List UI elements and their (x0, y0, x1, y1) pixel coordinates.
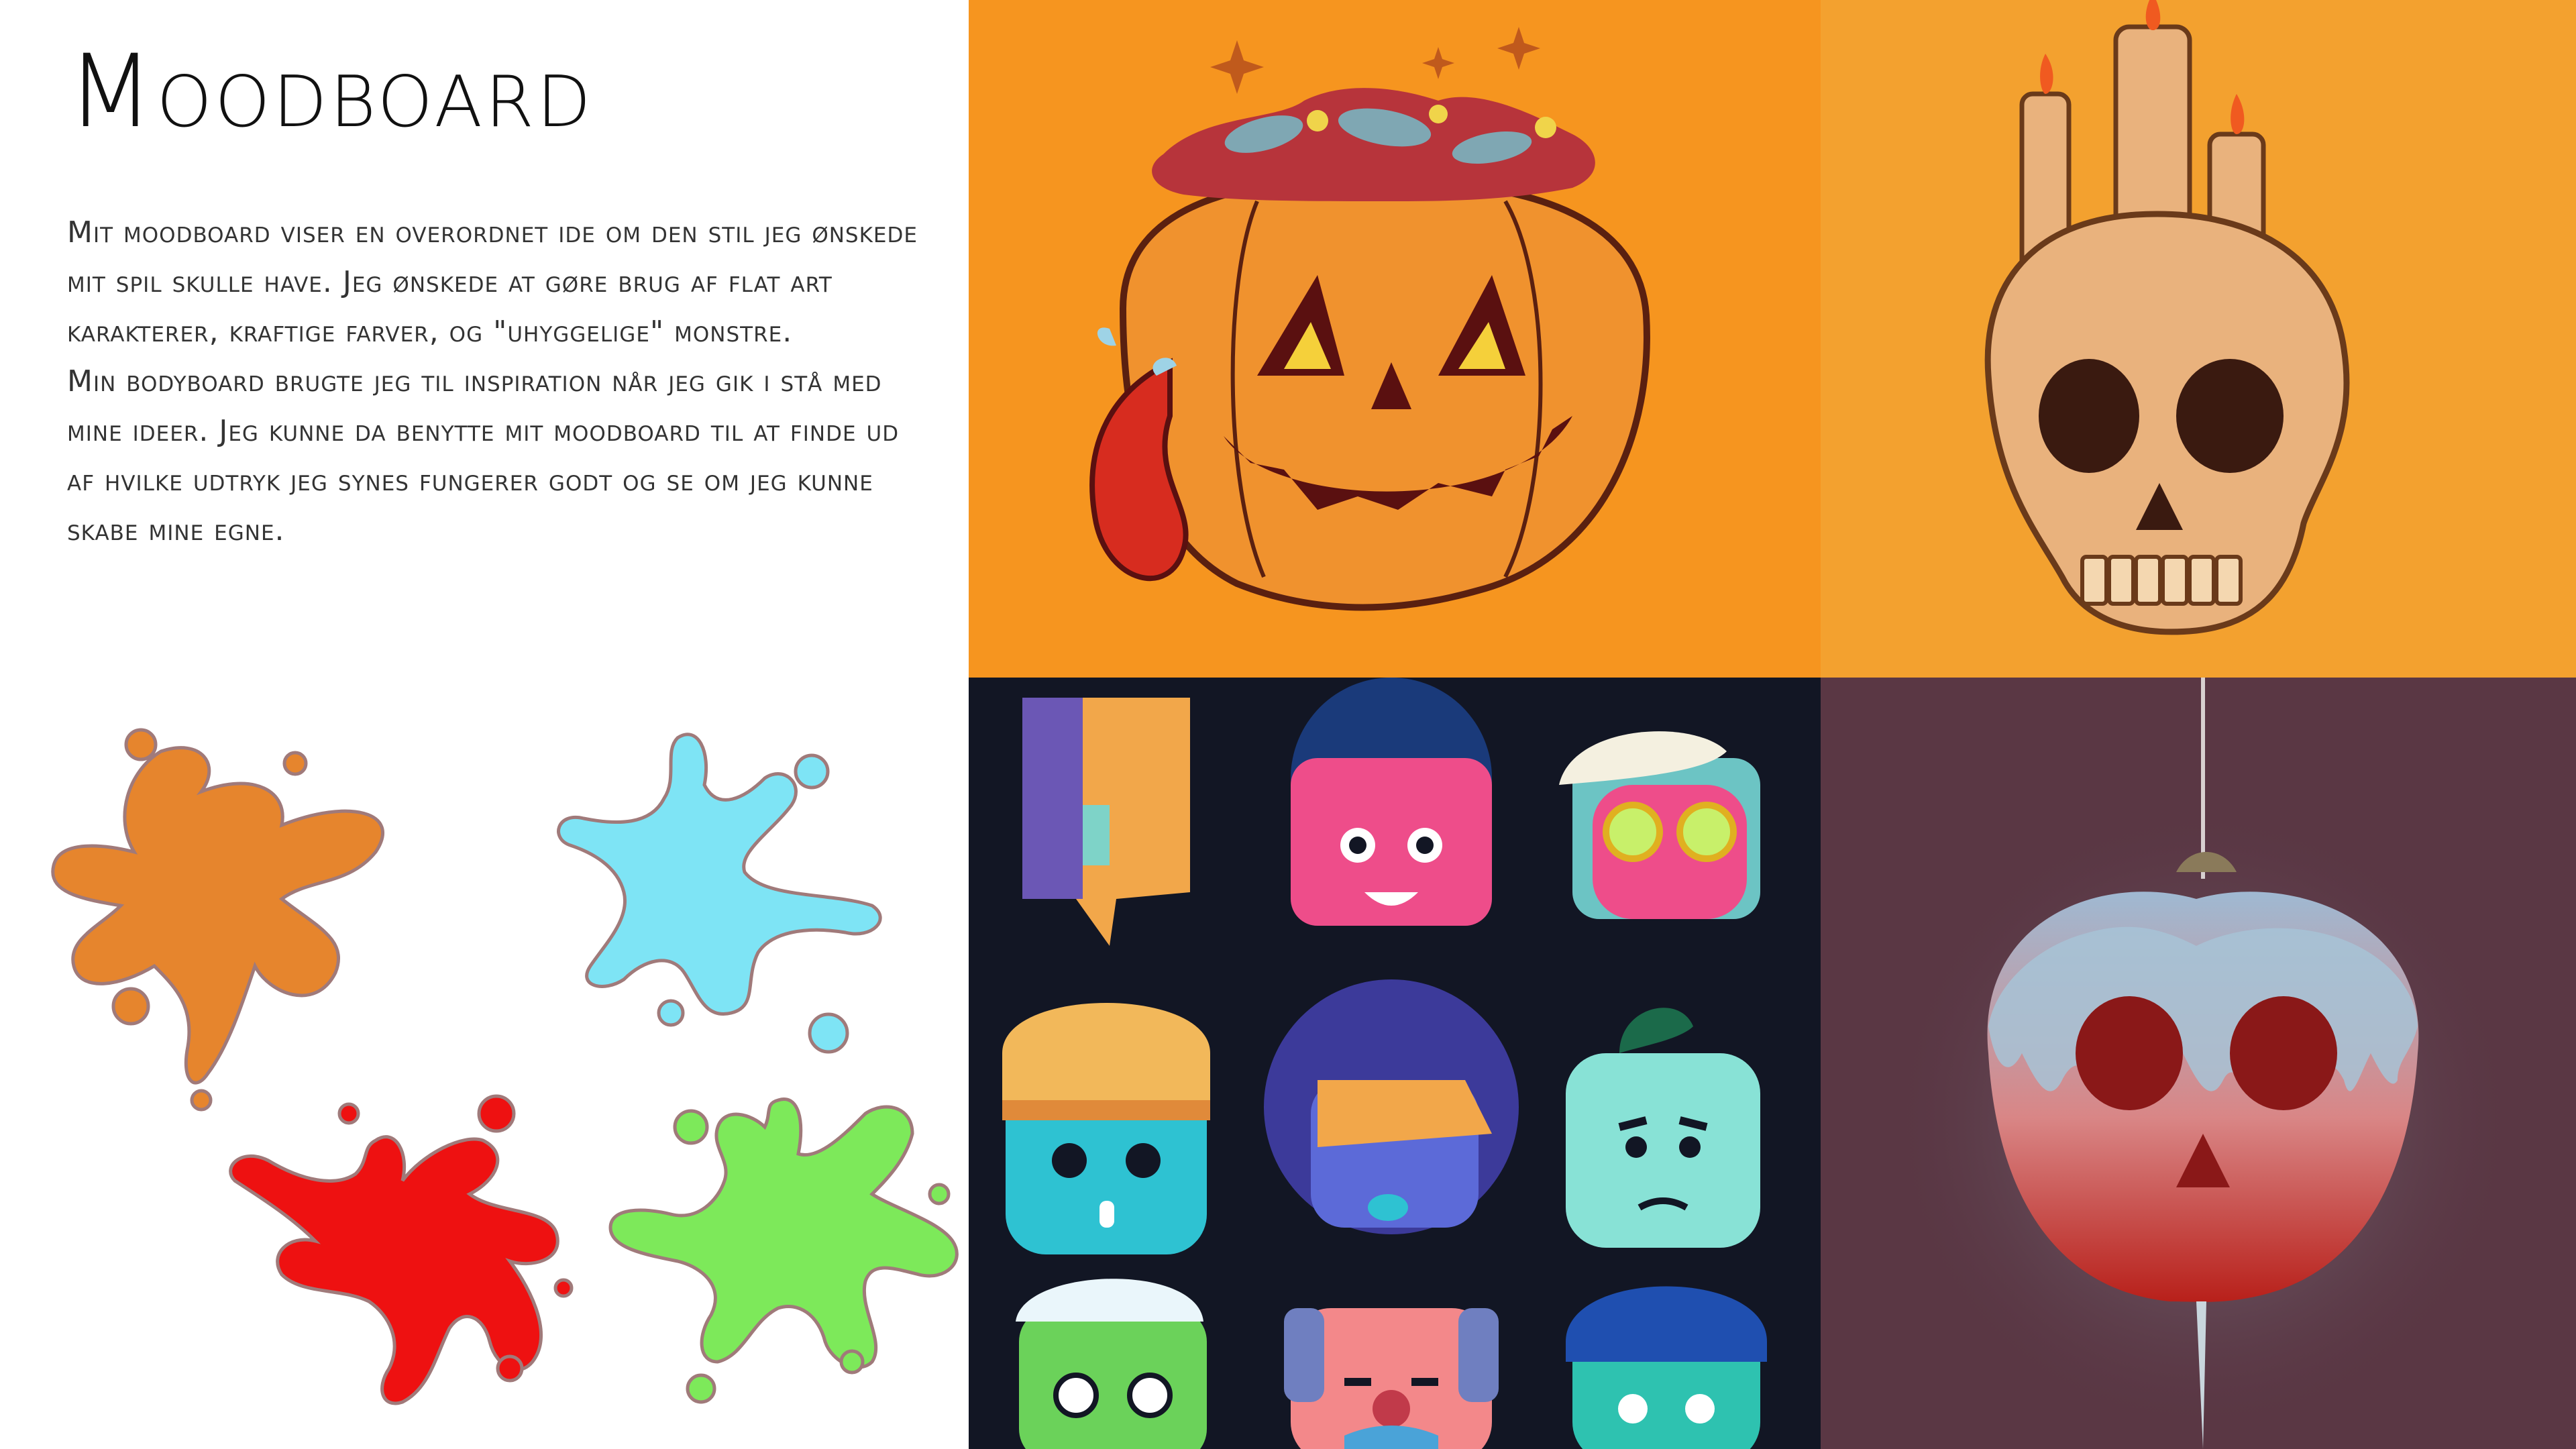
paint-splatters (51, 728, 959, 1405)
moodboard-slide: Moodboard Mit moodboard viser en overord… (0, 0, 2576, 1449)
faces-image (969, 678, 1821, 1449)
skull-icon (1821, 0, 2576, 678)
face-3 (1559, 731, 1760, 919)
page-title: Moodboard (67, 34, 594, 150)
poison-apple-icon (1821, 678, 2576, 1449)
character-faces-icon (969, 678, 1821, 1449)
face-5 (1264, 979, 1519, 1234)
pumpkin-icon (969, 0, 1821, 678)
description-paragraph-2: Min bodyboard brugte jeg til inspiration… (67, 364, 900, 547)
face-9 (1566, 1286, 1767, 1449)
face-4 (1002, 1003, 1210, 1254)
green-splatter (608, 1097, 959, 1404)
cyan-splatter (557, 733, 882, 1054)
orange-splatter (51, 728, 384, 1112)
red-splatter (229, 1094, 574, 1405)
face-7 (1016, 1279, 1207, 1449)
apple-image (1821, 678, 2576, 1449)
description-text: Mit moodboard viser en overordnet ide om… (67, 208, 932, 555)
face-2 (1291, 678, 1492, 926)
face-8 (1284, 1308, 1499, 1449)
skull-image (1821, 0, 2576, 678)
pumpkin-image (969, 0, 1821, 678)
description-paragraph-1: Mit moodboard viser en overordnet ide om… (67, 215, 918, 349)
